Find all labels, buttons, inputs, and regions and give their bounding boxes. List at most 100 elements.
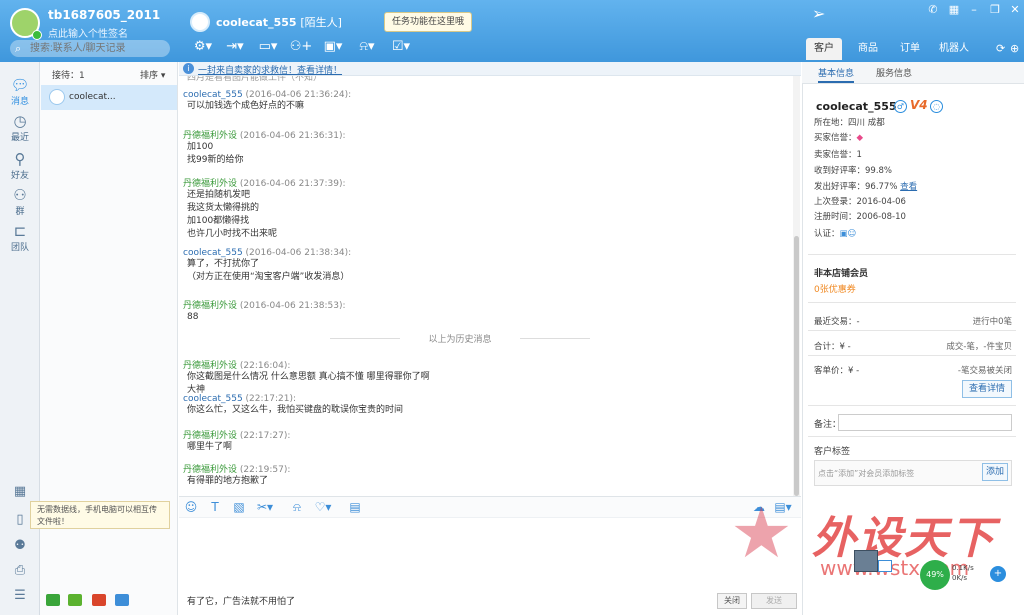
sender-name[interactable]: 丹德福利外设 — [183, 131, 237, 141]
task-icon[interactable]: ☑▾ — [386, 39, 416, 55]
contact-avatar[interactable] — [190, 12, 210, 32]
message-text: 有得罪的地方抱歉了 — [187, 476, 269, 486]
seller-credit: 卖家信誉：1 — [814, 150, 862, 160]
tab-order[interactable]: 订单 — [892, 38, 928, 60]
remote-assist-icon[interactable]: ▣▾ — [318, 39, 348, 55]
rail-team[interactable]: ⊏ 团队 — [0, 222, 40, 253]
info-icon: i — [183, 63, 194, 74]
tab-robot[interactable]: 机器人 — [934, 38, 974, 60]
network-speed-ball[interactable]: 49% — [920, 560, 950, 590]
add-contact-icon[interactable]: ⚇+ — [286, 39, 316, 55]
folder-icon[interactable] — [46, 594, 60, 606]
minimize-button[interactable]: – — [965, 3, 983, 17]
register-date: 注册时间：2006-08-10 — [814, 212, 906, 222]
sender-name[interactable]: 丹德福利外设 — [183, 465, 237, 475]
sort-dropdown[interactable]: 排序 ▾ — [140, 68, 165, 81]
signature-field[interactable]: 点此输入个性签名 — [48, 25, 128, 40]
group-icon: ⚇ — [13, 186, 27, 204]
screenshot-icon[interactable]: ✂▾ — [256, 499, 274, 515]
tab-service-info[interactable]: 服务信息 — [876, 66, 912, 79]
tab-customer[interactable]: 客户 — [806, 38, 842, 60]
emoji-icon[interactable]: ☺ — [182, 499, 200, 515]
close-chat-button[interactable]: 关闭 — [717, 593, 747, 609]
note-input[interactable] — [838, 414, 1012, 431]
image-icon[interactable]: ▧ — [230, 499, 248, 515]
unit-price: 客单价：¥ - — [814, 366, 860, 376]
history-divider: 以上为历史消息 — [330, 332, 590, 345]
send-button[interactable]: 发送 — [751, 593, 797, 609]
phone-icon[interactable]: ✆ — [924, 3, 942, 17]
message-header: 丹德福利外设 (22:19:57): — [183, 462, 783, 475]
ad-text[interactable]: 有了它，广告法就不用怕了 — [187, 594, 295, 607]
more-icon[interactable]: ⊕ — [1010, 42, 1019, 55]
sender-name[interactable]: coolecat_555 — [183, 90, 243, 100]
notice-link[interactable]: 一封来自卖家的求救信！查看详情！ — [198, 63, 342, 76]
message-header: 丹德福利外设 (2016-04-06 21:37:39): — [183, 176, 783, 189]
message-time: (2016-04-06 21:37:39): — [239, 179, 346, 189]
message-text: 88 — [187, 312, 199, 322]
video-call-icon[interactable]: ▭▾ — [253, 39, 283, 55]
quick-reply-icon[interactable]: ▤ — [346, 499, 364, 515]
rail-friends[interactable]: ⚲ 好友 — [0, 150, 40, 181]
search-input[interactable] — [10, 40, 170, 57]
tray-app-icon[interactable] — [854, 550, 878, 572]
message-header: coolecat_555 (2016-04-06 21:38:34): — [183, 248, 783, 258]
coupon-count[interactable]: 0张优惠券 — [814, 282, 856, 295]
close-window-button[interactable]: ✕ — [1006, 3, 1024, 17]
tab-product[interactable]: 商品 — [850, 38, 886, 60]
message-header: 丹德福利外设 (2016-04-06 21:36:31): — [183, 128, 783, 141]
transfer-file-icon[interactable]: ⇥▾ — [220, 39, 250, 55]
alert-icon[interactable]: ⍾▾ — [352, 39, 382, 55]
calculator-icon[interactable] — [115, 594, 129, 606]
message-text: 你这截图是什么情况 什么意思额 真心搞不懂 哪里得罪你了啊 — [187, 372, 430, 382]
view-link[interactable]: 查看 — [900, 182, 917, 192]
shake-icon[interactable]: ⍾ — [288, 499, 306, 515]
last-login: 上次登录：2016-04-06 — [814, 197, 906, 207]
message-input[interactable] — [179, 518, 801, 588]
favorite-icon[interactable]: ♡▾ — [314, 499, 332, 515]
scrollbar-thumb[interactable] — [794, 236, 799, 496]
member-status: 非本店铺会员 — [814, 269, 869, 279]
closed-count: -笔交易被关闭 — [957, 366, 1012, 376]
message-header: coolecat_555 (22:17:21): — [183, 394, 783, 404]
chat-settings-icon[interactable]: ⚙▾ — [188, 39, 218, 55]
chat-message: 丹德福利外设 (2016-04-06 21:37:39): 还是拍随机发吧 我这货太… — [183, 176, 783, 241]
paper-plane-icon: ➢ — [812, 4, 826, 23]
sender-name[interactable]: 丹德福利外设 — [183, 301, 237, 311]
apps-grid-icon[interactable]: ▦ — [11, 484, 29, 499]
shop-icon[interactable] — [92, 594, 106, 606]
sender-name[interactable]: 丹德福利外设 — [183, 361, 237, 371]
sender-name[interactable]: coolecat_555 — [183, 394, 243, 404]
add-tag-button[interactable]: 添加 — [982, 463, 1008, 481]
user-settings-icon[interactable]: ⚉ — [11, 538, 29, 553]
refresh-icon[interactable]: ⟳ — [996, 42, 1005, 55]
rail-groups[interactable]: ⚇ 群 — [0, 186, 40, 217]
mobile-icon[interactable]: ▯ — [11, 512, 29, 527]
maximize-button[interactable]: ❐ — [986, 3, 1004, 17]
diamond-icon: ◆ — [856, 133, 864, 143]
chat-message: 丹德福利外设 (2016-04-06 21:36:31): 加100 找99新的给你 — [183, 128, 783, 167]
online-status-icon[interactable] — [32, 30, 42, 40]
chat-bubble-icon[interactable]: ◌ — [930, 100, 943, 113]
add-widget-icon[interactable]: + — [990, 566, 1006, 582]
verification: 认证：▣☺ — [814, 229, 857, 239]
contact-name: coolecat_555 — [216, 16, 297, 29]
menu-icon[interactable]: ☰ — [11, 588, 29, 603]
tab-basic-info[interactable]: 基本信息 — [818, 66, 855, 83]
inbox-icon[interactable]: ⎙ — [11, 563, 29, 578]
sender-name[interactable]: 丹德福利外设 — [183, 179, 237, 189]
sender-name[interactable]: 丹德福利外设 — [183, 431, 237, 441]
rail-recent[interactable]: ◷ 最近 — [0, 112, 40, 143]
folder-add-icon[interactable] — [68, 594, 82, 606]
message-time: (2016-04-06 21:36:24): — [245, 90, 352, 100]
deal-count: 成交-笔，-件宝贝 — [946, 342, 1012, 352]
sender-name[interactable]: coolecat_555 — [183, 248, 243, 258]
skin-icon[interactable]: ▦ — [945, 3, 963, 17]
message-text: 算了，不打扰你了 — [187, 259, 260, 269]
view-detail-button[interactable]: 查看详情 — [962, 380, 1012, 398]
location: 所在地：四川 成都 — [814, 118, 885, 128]
rail-messages[interactable]: 💬︎ 消息 — [0, 76, 40, 107]
font-icon[interactable]: T — [206, 499, 224, 515]
message-header: coolecat_555 (2016-04-06 21:36:24): — [183, 90, 783, 100]
tray-window-icon[interactable] — [878, 560, 892, 572]
